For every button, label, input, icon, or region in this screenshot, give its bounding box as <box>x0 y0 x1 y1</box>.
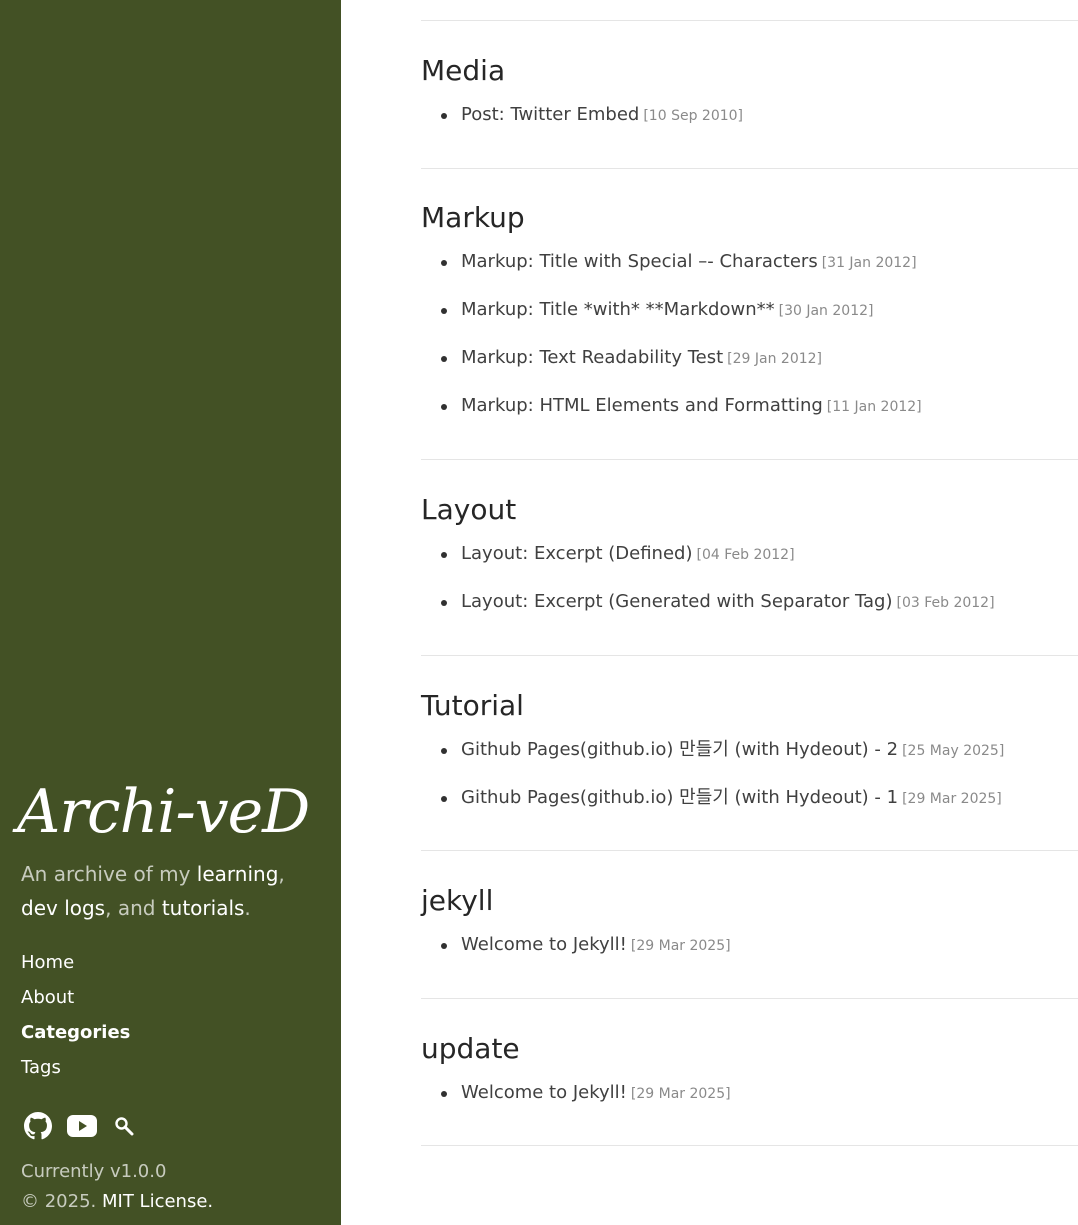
list-item: Markup: Text Readability Test [29 Jan 201… <box>421 334 1078 382</box>
category-title: jekyll <box>421 884 494 917</box>
post-list: Welcome to Jekyll! [29 Mar 2025] <box>421 921 1078 969</box>
divider <box>421 20 1078 21</box>
copyright-text: © 2025. MIT License. <box>21 1187 213 1217</box>
divider <box>421 168 1078 169</box>
post-date: [30 Jan 2012] <box>778 303 874 319</box>
site-title[interactable]: Archi-veD <box>17 772 310 852</box>
list-item: Post: Twitter Embed [10 Sep 2010] <box>421 91 1078 139</box>
lead-text-2: , <box>278 862 285 886</box>
category-update: update Welcome to Jekyll! [29 Mar 2025] <box>421 1029 1078 1117</box>
post-link[interactable]: Welcome to Jekyll! <box>461 934 627 955</box>
list-item: Github Pages(github.io) 만들기 (with Hydeou… <box>421 726 1078 774</box>
category-media: Media Post: Twitter Embed [10 Sep 2010] <box>421 51 1078 139</box>
divider <box>421 459 1078 460</box>
post-list: Github Pages(github.io) 만들기 (with Hydeou… <box>421 726 1078 822</box>
sidebar-nav: Home About Categories Tags <box>21 945 130 1085</box>
lead-highlight-devlogs: dev logs <box>21 896 106 920</box>
github-icon[interactable] <box>24 1112 52 1144</box>
divider <box>421 655 1078 656</box>
post-link[interactable]: Layout: Excerpt (Defined) <box>461 543 693 564</box>
post-link[interactable]: Markup: HTML Elements and Formatting <box>461 395 823 416</box>
nav-home[interactable]: Home <box>21 945 130 980</box>
category-tutorial: Tutorial Github Pages(github.io) 만들기 (wi… <box>421 686 1078 822</box>
lead-highlight-learning: learning <box>196 862 279 886</box>
list-item: Github Pages(github.io) 만들기 (with Hydeou… <box>421 774 1078 822</box>
post-link[interactable]: Markup: Title with Special –- Characters <box>461 251 818 272</box>
list-item: Layout: Excerpt (Defined) [04 Feb 2012] <box>421 530 1078 578</box>
list-item: Markup: Title *with* **Markdown** [30 Jan… <box>421 286 1078 334</box>
post-date: [29 Mar 2025] <box>902 791 1002 807</box>
post-date: [29 Jan 2012] <box>727 351 823 367</box>
post-date: [25 May 2025] <box>902 743 1005 759</box>
post-date: [29 Mar 2025] <box>630 1086 731 1102</box>
post-link[interactable]: Layout: Excerpt (Generated with Separato… <box>461 591 892 612</box>
list-item: Markup: HTML Elements and Formatting [11 … <box>421 382 1078 430</box>
post-date: [10 Sep 2010] <box>643 108 743 124</box>
nav-about[interactable]: About <box>21 980 130 1015</box>
sidebar: Archi-veD An archive of my learning, dev … <box>0 0 341 1225</box>
post-date: [03 Feb 2012] <box>896 595 995 611</box>
post-list: Welcome to Jekyll! [29 Mar 2025] <box>421 1069 1078 1117</box>
post-link[interactable]: Github Pages(github.io) 만들기 (with Hydeou… <box>461 739 898 760</box>
site-description: An archive of my learning, dev logs, and … <box>21 857 321 925</box>
post-link[interactable]: Github Pages(github.io) 만들기 (with Hydeou… <box>461 787 898 808</box>
list-item: Layout: Excerpt (Generated with Separato… <box>421 578 1078 626</box>
post-link[interactable]: Post: Twitter Embed <box>461 104 639 125</box>
lead-highlight-tutorials: tutorials <box>161 896 245 920</box>
post-list: Layout: Excerpt (Defined) [04 Feb 2012] L… <box>421 530 1078 626</box>
post-link[interactable]: Welcome to Jekyll! <box>461 1082 627 1103</box>
category-title: Layout <box>421 493 517 526</box>
divider <box>421 1145 1078 1146</box>
category-title: Markup <box>421 201 525 234</box>
post-link[interactable]: Markup: Text Readability Test <box>461 347 723 368</box>
post-date: [04 Feb 2012] <box>696 547 795 563</box>
version-text: Currently v1.0.0 <box>21 1161 167 1182</box>
copyright-year: © 2025. <box>21 1191 102 1212</box>
category-jekyll: jekyll Welcome to Jekyll! [29 Mar 2025] <box>421 881 1078 969</box>
categories-main: Media Post: Twitter Embed [10 Sep 2010] M… <box>421 0 1078 1225</box>
post-date: [29 Mar 2025] <box>630 938 731 954</box>
category-title: Tutorial <box>421 689 524 722</box>
category-title: Media <box>421 54 506 87</box>
post-list: Post: Twitter Embed [10 Sep 2010] <box>421 91 1078 139</box>
post-date: [11 Jan 2012] <box>826 399 922 415</box>
list-item: Welcome to Jekyll! [29 Mar 2025] <box>421 1069 1078 1117</box>
nav-tags[interactable]: Tags <box>21 1050 130 1085</box>
category-layout: Layout Layout: Excerpt (Defined) [04 Feb … <box>421 490 1078 626</box>
category-markup: Markup Markup: Title with Special –- Cha… <box>421 198 1078 430</box>
license-link[interactable]: MIT License. <box>102 1191 213 1212</box>
nav-categories[interactable]: Categories <box>21 1015 130 1050</box>
youtube-icon[interactable] <box>67 1115 97 1141</box>
post-date: [31 Jan 2012] <box>821 255 917 271</box>
lead-text-4: . <box>244 896 251 920</box>
divider <box>421 998 1078 999</box>
post-link[interactable]: Markup: Title *with* **Markdown** <box>461 299 775 320</box>
category-title: update <box>421 1032 520 1065</box>
lead-text-3: , and <box>105 896 162 920</box>
post-list: Markup: Title with Special –- Characters… <box>421 238 1078 430</box>
list-item: Welcome to Jekyll! [29 Mar 2025] <box>421 921 1078 969</box>
divider <box>421 850 1078 851</box>
lead-text-1: An archive of my <box>21 862 197 886</box>
search-icon[interactable] <box>114 1116 134 1140</box>
list-item: Markup: Title with Special –- Characters… <box>421 238 1078 286</box>
